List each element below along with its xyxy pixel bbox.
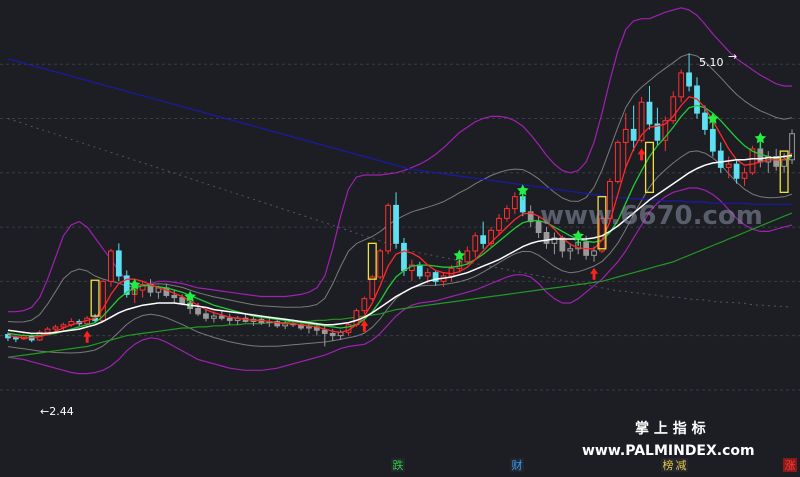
signal-box-1 [367,242,377,280]
candle-body-46 [369,276,376,300]
candle-body-56 [448,267,455,277]
candle-body-78 [622,128,629,143]
candle-body-91 [725,163,732,168]
candlestick-chart: www.6670.com 掌 上 指 标 www.PALMINDEX.com ←… [0,0,800,473]
buy-arrow-2 [590,267,599,280]
candle-body-93 [741,172,748,179]
bottom-tag-4: 涨 [785,459,796,472]
candle-body-90 [717,150,724,168]
candle-body-94 [749,148,756,174]
candle-body-85 [678,72,685,98]
bottom-tag-3: 减 [676,459,687,472]
candle-body-38 [306,326,312,329]
candle-body-68 [543,232,550,244]
ma-white-line [7,154,793,335]
candle-body-63 [504,208,510,219]
candle-body-7 [60,324,67,328]
bottom-tag-0: 跌 [393,458,404,472]
high-price-arrow: → [728,50,737,63]
candle-body-52 [416,264,423,277]
candle-body-81 [646,101,653,125]
buy-arrow-0 [83,330,92,343]
candle-body-64 [511,196,518,210]
candle-body-60 [480,235,487,244]
candle-body-47 [377,250,384,278]
candle-body-28 [226,317,233,321]
candle-body-40 [321,329,328,334]
candle-body-27 [218,315,225,319]
candle-body-14 [115,250,122,277]
high-price-label: 5.10 [699,56,724,69]
candle-body-50 [401,242,407,271]
candle-body-58 [464,250,471,263]
candle-body-71 [567,248,574,252]
bands-layer [7,7,793,375]
candle-body-48 [385,204,391,252]
bottom-tag-1: 财 [512,458,523,472]
candle-body-98 [781,159,787,167]
watermark-center: www.6670.com [540,201,763,231]
candle-body-22 [179,297,186,304]
candle-body-77 [614,141,621,182]
candle-body-6 [52,326,59,330]
candle-body-88 [702,112,708,130]
candle-body-13 [108,250,114,282]
candle-body-41 [329,332,336,337]
candle-body-5 [44,328,51,333]
watermark-brand: 掌 上 指 标 [635,420,706,437]
low-price-label: ←2.44 [40,405,74,418]
bottom-tags: 跌 财 榜减 涨 [391,458,797,472]
candles-layer [5,53,795,347]
candle-body-25 [203,313,209,319]
buy-arrow-3 [637,148,646,161]
candle-body-21 [171,294,178,299]
candle-body-45 [361,298,368,312]
candle-body-26 [211,315,217,319]
candle-body-62 [496,217,502,231]
signal-box-0 [90,279,100,317]
candle-body-79 [630,128,637,141]
candle-body-1 [13,337,19,340]
candle-body-86 [686,72,692,87]
bottom-tag-2: 榜 [663,458,674,472]
candle-body-92 [733,163,740,179]
watermark-url: www.PALMINDEX.com [582,443,755,459]
candle-body-24 [195,307,201,315]
candle-body-59 [472,235,479,252]
candle-body-74 [591,250,597,256]
candle-body-89 [709,128,716,152]
candle-body-53 [424,272,431,277]
upper-band-line [8,7,792,313]
signal-box-3 [644,141,655,193]
candle-body-49 [393,204,399,244]
chart-svg: www.6670.com 掌 上 指 标 www.PALMINDEX.com ←… [0,7,800,472]
